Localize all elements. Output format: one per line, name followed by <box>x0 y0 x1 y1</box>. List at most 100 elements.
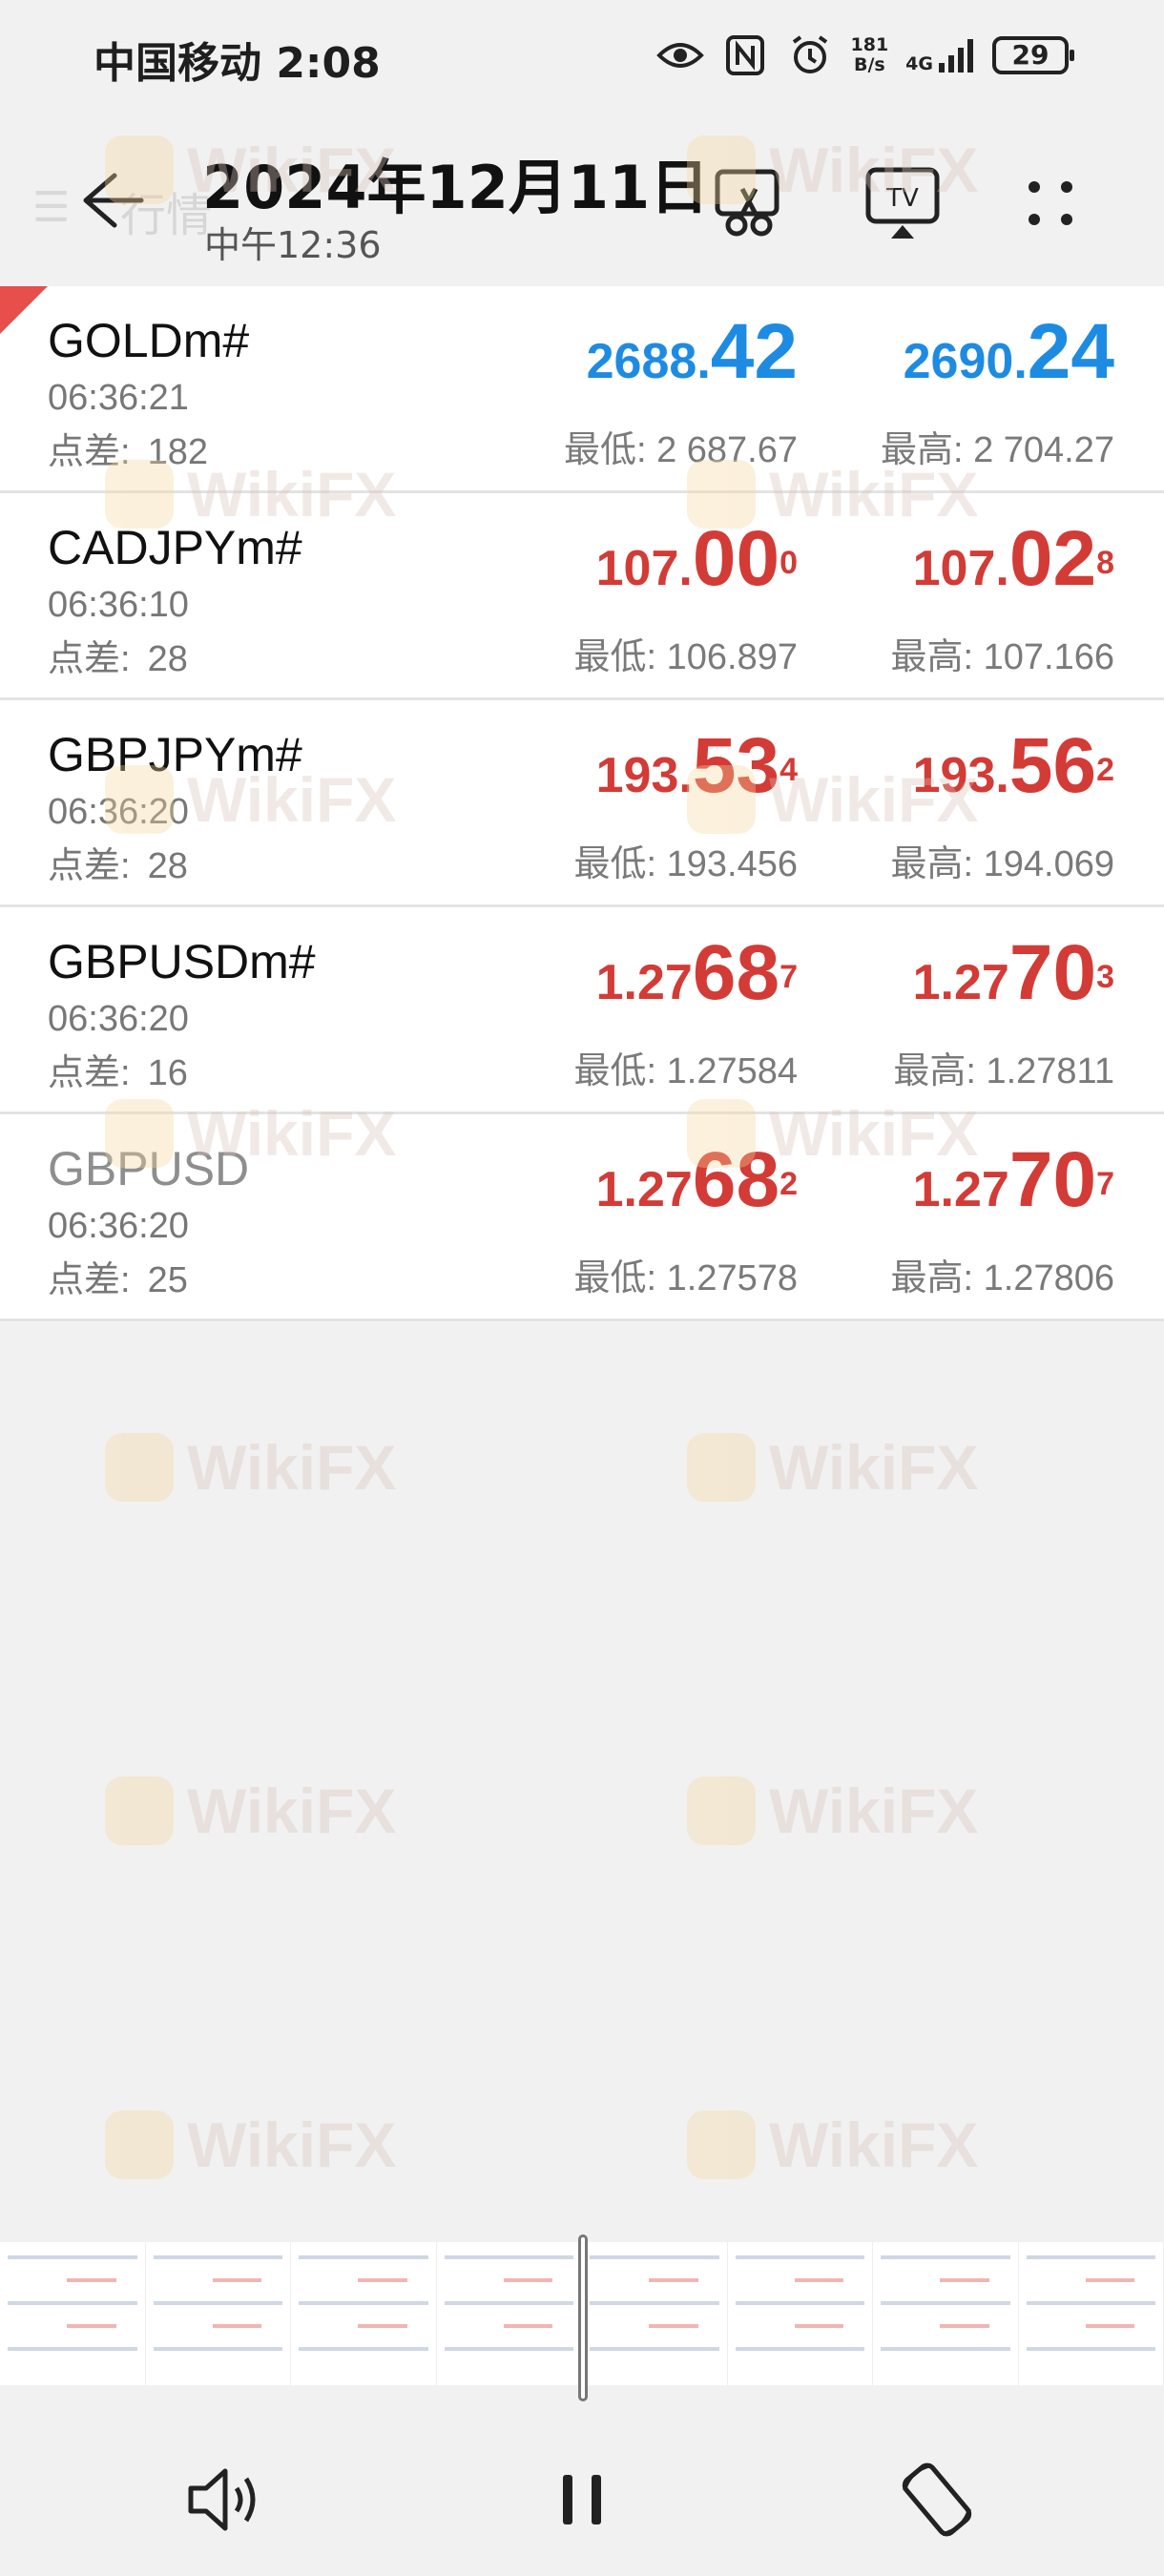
symbol-name: GBPJPYm# <box>48 728 302 781</box>
spread: 点差: 28 <box>48 836 188 888</box>
frame-line <box>8 2301 137 2305</box>
more-dots-icon[interactable] <box>1011 162 1093 244</box>
ask-price: 193.562 <box>913 721 1114 811</box>
frame-line <box>735 2347 864 2351</box>
quote-row[interactable]: CADJPYm# 06:36:10 点差: 28 107.000 107.028 … <box>0 493 1164 700</box>
recording-time: 中午12:36 <box>204 224 382 266</box>
frame-line <box>299 2255 428 2259</box>
filmstrip-frame[interactable] <box>582 2242 728 2385</box>
filmstrip-frame[interactable] <box>0 2242 146 2385</box>
frame-line <box>358 2278 407 2282</box>
watermark-text: WikiFX <box>769 2109 979 2180</box>
scissors-icon[interactable] <box>710 162 792 244</box>
ask-price-prefix: 193. <box>912 748 1009 803</box>
rotate-icon[interactable] <box>889 2452 985 2547</box>
frame-line <box>1085 2278 1134 2282</box>
ask-price: 1.27703 <box>913 928 1114 1018</box>
net-speed-value: 181 <box>850 34 889 55</box>
carrier-time: 中国移动 2:08 <box>94 39 381 88</box>
frame-line <box>153 2347 282 2351</box>
svg-text:TV: TV <box>885 184 919 213</box>
frame-line <box>1026 2301 1155 2305</box>
frame-line <box>590 2347 719 2351</box>
spread-value: 16 <box>147 1053 188 1093</box>
ask-price-prefix: 1.27 <box>912 1162 1009 1217</box>
network-type: 4G <box>905 53 933 74</box>
bid-price-fraction: 4 <box>779 751 798 788</box>
bid-price: 1.27682 <box>596 1135 798 1225</box>
bid-price-pips: 00 <box>692 515 780 602</box>
spread-value: 25 <box>147 1260 188 1300</box>
frame-line <box>153 2301 282 2305</box>
bid-price-fraction: 2 <box>779 1165 798 1202</box>
spread-label: 点差: <box>48 432 131 472</box>
symbol-name: GOLDm# <box>48 314 250 367</box>
quote-time: 06:36:20 <box>48 999 189 1039</box>
watermark-logo-icon <box>105 1433 174 1502</box>
filmstrip-frame[interactable] <box>873 2242 1019 2385</box>
frame-line <box>881 2347 1010 2351</box>
scrubber-handle[interactable] <box>578 2234 588 2401</box>
bid-price-prefix: 1.27 <box>595 1162 693 1217</box>
battery-indicator: 29 <box>992 36 1074 74</box>
symbol-name: GBPUSDm# <box>48 935 316 988</box>
watermark-text: WikiFX <box>769 1776 979 1846</box>
quote-time: 06:36:21 <box>48 378 189 418</box>
frame-line <box>444 2301 573 2305</box>
ask-price: 107.028 <box>913 514 1114 604</box>
volume-icon[interactable] <box>177 2452 273 2547</box>
watermark-logo-icon <box>687 2110 756 2179</box>
frame-line <box>444 2255 573 2259</box>
watermark-logo-icon <box>687 1776 756 1845</box>
frame-line <box>940 2324 989 2328</box>
ask-price-prefix: 1.27 <box>912 955 1009 1010</box>
frame-line <box>67 2324 116 2328</box>
net-speed: 181 B/s <box>851 35 889 75</box>
ask-price-pips: 70 <box>1008 1136 1097 1223</box>
quote-row[interactable]: GBPUSDm# 06:36:20 点差: 16 1.27687 1.27703 … <box>0 907 1164 1114</box>
signal-group: 4G <box>905 36 975 74</box>
tv-cast-icon[interactable]: TV <box>863 162 945 244</box>
ask-price-prefix: 2690. <box>903 334 1028 389</box>
frame-line <box>940 2278 989 2282</box>
quote-row[interactable]: GBPJPYm# 06:36:20 点差: 28 193.534 193.562 … <box>0 700 1164 907</box>
pause-icon[interactable] <box>534 2452 630 2547</box>
watermark: WikiFX <box>687 1775 978 1847</box>
recording-date: 2024年12月11日 <box>202 153 710 222</box>
low-price: 最低: 2 687.67 <box>563 430 798 470</box>
status-bar: 中国移动 2:08 181 B/s 4G 29 <box>0 0 1164 114</box>
filmstrip-frame[interactable] <box>291 2242 437 2385</box>
frame-line <box>881 2301 1010 2305</box>
frame-line <box>153 2255 282 2259</box>
high-price: 最高: 2 704.27 <box>880 430 1114 470</box>
symbol-name: GBPUSD <box>48 1142 250 1195</box>
spread: 点差: 16 <box>48 1043 188 1095</box>
high-price: 最高: 1.27811 <box>893 1051 1114 1091</box>
ask-price-pips: 70 <box>1008 929 1097 1016</box>
frame-line <box>1026 2255 1155 2259</box>
spread-label: 点差: <box>48 639 131 679</box>
frame-line <box>590 2301 719 2305</box>
watermark: WikiFX <box>105 1775 396 1847</box>
spread: 点差: 25 <box>48 1250 188 1302</box>
low-price: 最低: 193.456 <box>573 844 798 884</box>
status-icons: 181 B/s 4G 29 <box>655 34 1074 76</box>
bid-price-prefix: 193. <box>595 748 693 803</box>
bid-price: 1.27687 <box>596 928 798 1018</box>
filmstrip-frame[interactable] <box>146 2242 291 2385</box>
watermark: WikiFX <box>687 2109 978 2181</box>
frame-line <box>299 2301 428 2305</box>
quote-row[interactable]: GOLDm# 06:36:21 点差: 182 2688.42 2690.24 最… <box>0 286 1164 493</box>
watermark-text: WikiFX <box>769 1432 979 1503</box>
quote-row[interactable]: GBPUSD 06:36:20 点差: 25 1.27682 1.27707 最低… <box>0 1114 1164 1321</box>
filmstrip-frame[interactable] <box>728 2242 873 2385</box>
watermark-logo-icon <box>687 1433 756 1502</box>
bid-price-prefix: 107. <box>595 541 693 596</box>
filmstrip-frame[interactable] <box>1019 2242 1164 2385</box>
frame-line <box>67 2278 116 2282</box>
back-arrow-icon[interactable] <box>74 162 151 239</box>
filmstrip-frame[interactable] <box>437 2242 582 2385</box>
watermark-text: WikiFX <box>187 1776 397 1846</box>
frame-line <box>299 2347 428 2351</box>
frame-line <box>1026 2347 1155 2351</box>
